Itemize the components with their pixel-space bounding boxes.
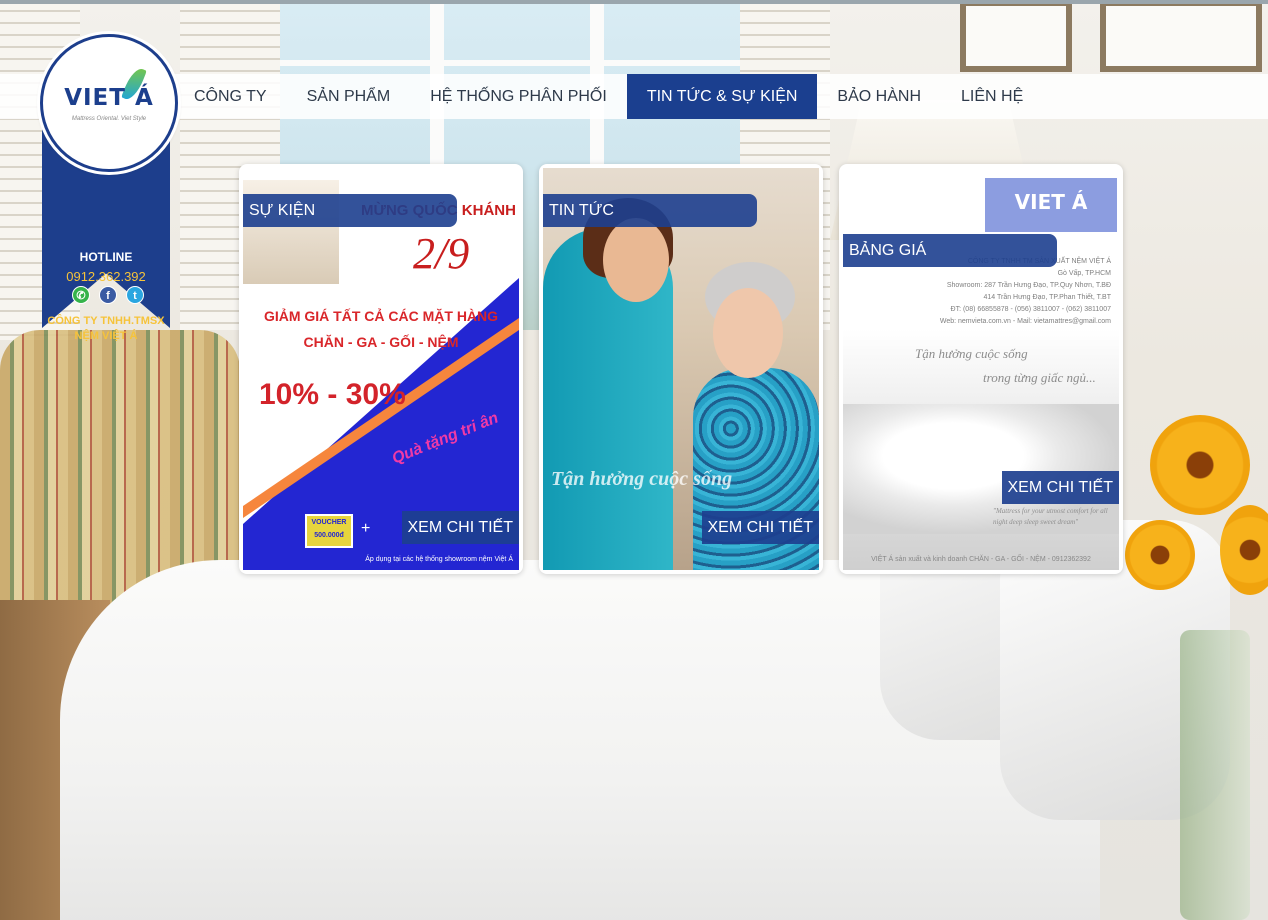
nav-item-tin-tuc-su-kien[interactable]: TIN TỨC & SỰ KIỆN	[626, 74, 818, 119]
nav-item-lien-he[interactable]: LIÊN HỆ	[941, 74, 1043, 119]
logo[interactable]: VIET Á Mattress Oriental. Viet Style	[40, 34, 178, 172]
nav-item-cong-ty[interactable]: CÔNG TY	[174, 74, 287, 119]
twitter-icon[interactable]: t	[126, 286, 144, 304]
logo-text: VIET Á	[64, 85, 154, 111]
facebook-icon[interactable]: f	[99, 286, 117, 304]
view-detail-button[interactable]: XEM CHI TIẾT	[1001, 471, 1119, 504]
logo-tagline: Mattress Oriental. Viet Style	[71, 116, 147, 122]
social-links: ✆ f t	[72, 286, 144, 304]
card-image: MỪNG QUỐC KHÁNH 2/9 GIẢM GIÁ TẤT CẢ CÁC …	[243, 168, 519, 570]
card-su-kien[interactable]: MỪNG QUỐC KHÁNH 2/9 GIẢM GIÁ TẤT CẢ CÁC …	[239, 164, 523, 574]
card-image: Tận hưởng cuộc sống	[543, 168, 819, 570]
card-tin-tuc[interactable]: Tận hưởng cuộc sống TIN TỨC XEM CHI TIẾT	[539, 164, 823, 574]
hotline-number[interactable]: 0912.362.392	[42, 269, 170, 284]
nav-item-bao-hanh[interactable]: BẢO HÀNH	[817, 74, 941, 119]
phone-icon[interactable]: ✆	[72, 286, 90, 304]
view-detail-button[interactable]: XEM CHI TIẾT	[701, 511, 819, 544]
nav-item-san-pham[interactable]: SẢN PHẨM	[287, 74, 411, 119]
card-tag: SỰ KIỆN	[243, 194, 457, 227]
vieta-logo: VIET Á	[985, 178, 1117, 232]
company-name: CÔNG TY TNHH.TMSX NỆM VIỆT Á	[47, 315, 165, 342]
top-border	[0, 0, 1268, 4]
card-tag: TIN TỨC	[543, 194, 757, 227]
card-image: VIET Á CÔNG TY TNHH TM SẢN XUẤT NỆM VIỆT…	[843, 168, 1119, 570]
card-bang-gia[interactable]: VIET Á CÔNG TY TNHH TM SẢN XUẤT NỆM VIỆT…	[839, 164, 1123, 574]
voucher-badge: VOUCHER 500.000đ	[305, 514, 353, 548]
card-tag: BẢNG GIÁ	[843, 234, 1057, 267]
nav-item-he-thong-phan-phoi[interactable]: HỆ THỐNG PHÂN PHỐI	[410, 74, 627, 119]
hotline-label: HOTLINE	[79, 250, 133, 264]
view-detail-button[interactable]: XEM CHI TIẾT	[401, 511, 519, 544]
nav-menu: CÔNG TY SẢN PHẨM HỆ THỐNG PHÂN PHỐI TIN …	[174, 74, 1043, 119]
main-navigation: CÔNG TY SẢN PHẨM HỆ THỐNG PHÂN PHỐI TIN …	[0, 74, 1268, 119]
